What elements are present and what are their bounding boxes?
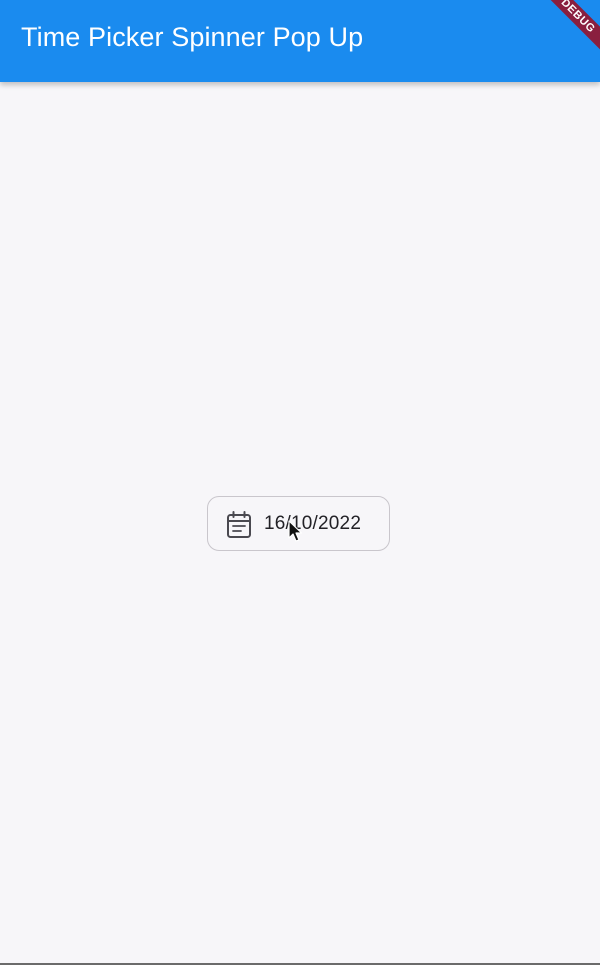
debug-banner-label: DEBUG bbox=[550, 0, 600, 50]
calendar-icon bbox=[227, 511, 251, 538]
app-bar: Time Picker Spinner Pop Up bbox=[0, 0, 600, 82]
debug-banner: DEBUG bbox=[550, 0, 600, 50]
mouse-cursor-icon bbox=[288, 520, 303, 542]
app-title: Time Picker Spinner Pop Up bbox=[21, 22, 364, 52]
date-value: 16/10/2022 bbox=[264, 513, 362, 534]
